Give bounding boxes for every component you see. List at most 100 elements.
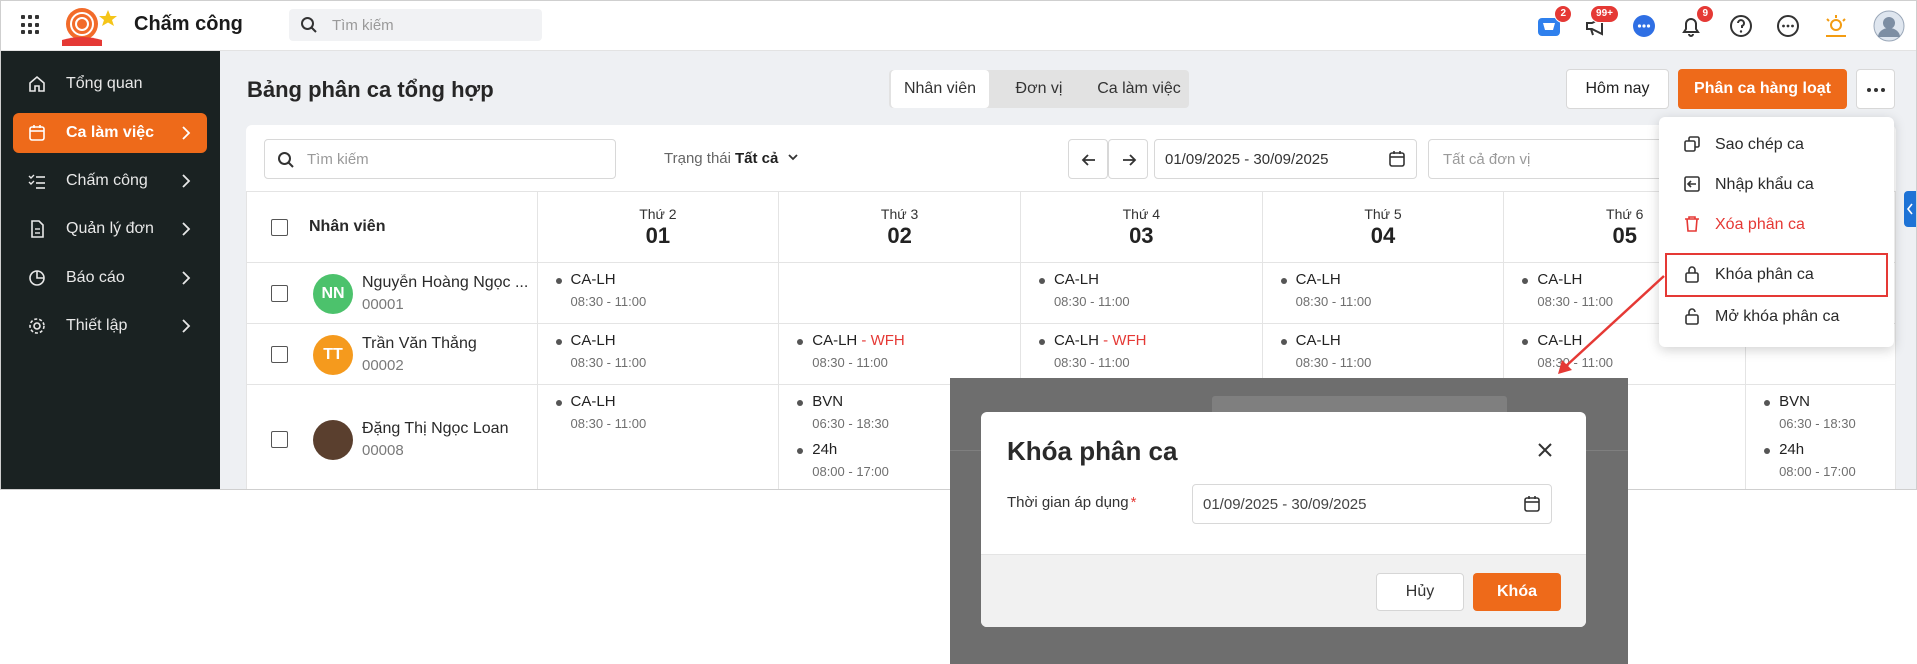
- shift-cell[interactable]: CA-LH 08:30 - 11:00: [536, 384, 780, 489]
- status-filter[interactable]: Trạng thái Tất cả: [664, 150, 799, 167]
- shift-cell[interactable]: CA-LH - WFH 08:30 - 11:00: [778, 323, 1021, 385]
- cart-button[interactable]: 2: [1536, 5, 1572, 39]
- shift-name: CA-LH: [570, 393, 616, 410]
- menu-item-unlock-shifts[interactable]: Mở khóa phân ca: [1659, 297, 1894, 337]
- employee-column-header: Nhân viên: [246, 191, 538, 263]
- sidebar-item-label: Quản lý đơn: [66, 220, 154, 237]
- announcement-button[interactable]: 99+: [1583, 5, 1619, 39]
- shift-entry[interactable]: CA-LH 08:30 - 11:00: [538, 393, 779, 431]
- sidebar: Tổng quan Ca làm việc Chấm công Quản lý …: [1, 51, 220, 489]
- close-icon[interactable]: [1536, 441, 1554, 459]
- shift-entry[interactable]: CA-LH - WFH 08:30 - 11:00: [1021, 332, 1262, 370]
- shift-dot: [1280, 339, 1287, 345]
- chevron-right-icon: [182, 271, 191, 285]
- calendar-icon: [1524, 496, 1540, 512]
- apply-period-value: 01/09/2025 - 30/09/2025: [1203, 496, 1367, 513]
- shift-name: CA-LH: [1295, 271, 1341, 288]
- shift-name: BVN: [1779, 393, 1810, 410]
- select-all-checkbox[interactable]: [271, 219, 288, 236]
- shift-entry[interactable]: CA-LH 08:30 - 11:00: [1263, 332, 1504, 370]
- employee-search-input[interactable]: Tìm kiếm: [264, 139, 616, 179]
- more-apps-button[interactable]: [1775, 13, 1801, 39]
- shift-entry[interactable]: CA-LH 08:30 - 11:00: [1021, 271, 1262, 309]
- day-date: 04: [1370, 223, 1396, 248]
- previous-period-button[interactable]: [1068, 139, 1108, 179]
- notifications-button[interactable]: 9: [1678, 5, 1714, 39]
- sidebar-item-overview[interactable]: Tổng quan: [13, 64, 207, 104]
- table-row: TT Trần Văn Thắng 00002 CA-LH 08:30 - 11:00 C…: [246, 323, 1896, 385]
- apply-period-picker[interactable]: 01/09/2025 - 30/09/2025: [1192, 484, 1552, 524]
- rewards-button[interactable]: [1823, 13, 1849, 39]
- row-checkbox[interactable]: [271, 284, 288, 302]
- shift-name: CA-LH: [1537, 332, 1583, 349]
- shift-cell[interactable]: CA-LH 08:30 - 11:00: [536, 323, 780, 385]
- tab-work-shifts[interactable]: Ca làm việc: [1089, 70, 1189, 108]
- row-checkbox[interactable]: [271, 345, 288, 363]
- day-name: Thứ 4: [1122, 206, 1160, 222]
- shift-dot: [1522, 339, 1529, 345]
- notifications-badge: 9: [1696, 5, 1714, 23]
- gear-icon: [29, 318, 45, 334]
- chevron-left-icon: [1906, 203, 1913, 215]
- date-range-picker[interactable]: 01/09/2025 - 30/09/2025: [1154, 139, 1417, 179]
- sidebar-item-shifts[interactable]: Ca làm việc: [13, 113, 207, 153]
- day-header: Thứ 2 01: [536, 191, 780, 263]
- menu-item-import-shifts[interactable]: Nhập khẩu ca: [1659, 165, 1894, 205]
- shift-time: 06:30 - 18:30: [1779, 416, 1856, 431]
- sidebar-item-reports[interactable]: Báo cáo: [13, 258, 207, 298]
- unit-select[interactable]: Tất cả đơn vị: [1428, 139, 1678, 179]
- tab-employees[interactable]: Nhân viên: [891, 70, 989, 108]
- lock-confirm-button[interactable]: Khóa: [1473, 573, 1561, 611]
- shift-cell[interactable]: [778, 262, 1021, 324]
- sidebar-item-requests[interactable]: Quản lý đơn: [13, 209, 207, 249]
- shift-entry[interactable]: CA-LH 08:30 - 11:00: [538, 332, 779, 370]
- top-search-input[interactable]: Tìm kiếm: [289, 9, 542, 41]
- sidebar-item-settings[interactable]: Thiết lập: [13, 306, 207, 346]
- today-button[interactable]: Hôm nay: [1566, 69, 1669, 109]
- shift-entry[interactable]: CA-LH 08:30 - 11:00: [1263, 271, 1504, 309]
- shift-name: CA-LH: [570, 271, 616, 288]
- calendar-icon: [1389, 151, 1405, 167]
- day-date: 03: [1129, 223, 1154, 248]
- shift-entry[interactable]: BVN 06:30 - 18:30: [1746, 393, 1895, 431]
- day-name: Thứ 2: [639, 206, 677, 222]
- chat-button[interactable]: [1631, 13, 1657, 39]
- sidebar-item-label: Ca làm việc: [66, 124, 155, 141]
- side-panel-toggle[interactable]: [1904, 191, 1916, 227]
- shift-entry[interactable]: 24h 08:00 - 17:00: [1746, 441, 1895, 479]
- more-options-button[interactable]: [1856, 69, 1895, 109]
- apply-period-label: Thời gian áp dụng *: [1007, 494, 1136, 511]
- avatar: TT: [313, 334, 353, 375]
- apps-grid-icon[interactable]: [21, 15, 41, 35]
- help-button[interactable]: [1728, 13, 1754, 39]
- shift-name: 24h: [1779, 441, 1805, 458]
- menu-item-lock-shifts[interactable]: Khóa phân ca: [1665, 253, 1888, 297]
- status-label: Trạng thái: [664, 150, 731, 167]
- employee-cell: Đặng Thị Ngọc Loan 00008: [246, 384, 538, 489]
- shift-cell[interactable]: CA-LH 08:30 - 11:00: [1261, 262, 1505, 324]
- shift-name: 24h: [812, 441, 838, 458]
- bulk-assign-button[interactable]: Phân ca hàng loạt: [1678, 69, 1847, 109]
- chat-icon: [1633, 15, 1655, 37]
- tab-units[interactable]: Đơn vị: [991, 70, 1087, 108]
- shift-cell[interactable]: CA-LH 08:30 - 11:00: [1261, 323, 1505, 385]
- menu-item-label: Khóa phân ca: [1715, 266, 1814, 283]
- shift-entry[interactable]: CA-LH - WFH 08:30 - 11:00: [779, 332, 1020, 370]
- trash-icon: [1685, 216, 1699, 232]
- chevron-right-icon: [182, 174, 191, 188]
- table-row: NN Nguyễn Hoàng Ngọc ... 00001 CA-LH 08:30 -…: [246, 262, 1896, 324]
- cancel-button[interactable]: Hủy: [1376, 573, 1464, 611]
- sidebar-item-attendance[interactable]: Chấm công: [13, 161, 207, 201]
- row-checkbox[interactable]: [271, 431, 288, 448]
- wfh-tag: - WFH: [857, 332, 905, 349]
- menu-item-copy-shifts[interactable]: Sao chép ca: [1659, 125, 1894, 165]
- shift-cell[interactable]: CA-LH - WFH 08:30 - 11:00: [1019, 323, 1263, 385]
- shift-entry[interactable]: CA-LH 08:30 - 11:00: [538, 271, 779, 309]
- shift-cell[interactable]: CA-LH 08:30 - 11:00: [536, 262, 780, 324]
- user-avatar[interactable]: [1873, 10, 1905, 42]
- shift-cell[interactable]: CA-LH 08:30 - 11:00: [1019, 262, 1263, 324]
- shift-name: CA-LH: [570, 332, 616, 349]
- next-period-button[interactable]: [1108, 139, 1148, 179]
- menu-item-delete-shifts[interactable]: Xóa phân ca: [1659, 205, 1894, 245]
- shift-cell[interactable]: BVN 06:30 - 18:30 24h 08:00 - 17:00: [1745, 384, 1896, 489]
